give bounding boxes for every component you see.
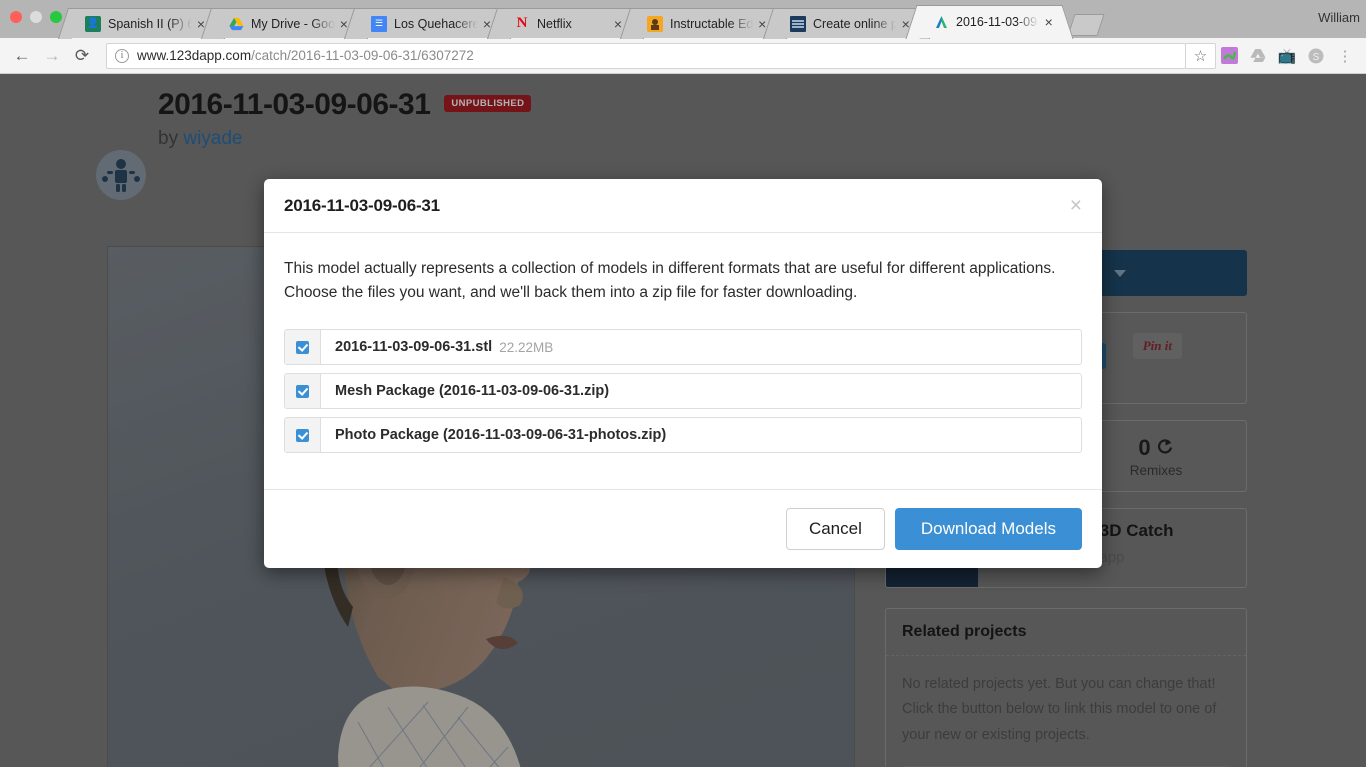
address-bar[interactable]: i www.123dapp.com/catch/2016-11-03-09-06… [106, 42, 1186, 69]
file-checkbox-cell[interactable] [285, 330, 321, 365]
file-size-text: 22.22MB [499, 339, 554, 355]
close-window-button[interactable] [10, 11, 22, 23]
modal-header: 2016-11-03-09-06-31 × [264, 179, 1102, 233]
list-item[interactable]: Photo Package (2016-11-03-09-06-31-photo… [284, 417, 1082, 454]
browser-tab-4[interactable]: Instructable Editor × [619, 8, 788, 39]
snake-extension-icon[interactable] [1216, 43, 1242, 69]
netflix-icon: N [516, 15, 528, 31]
new-tab-button[interactable] [1067, 14, 1105, 36]
download-modal: 2016-11-03-09-06-31 × This model actuall… [264, 179, 1102, 569]
browser-window: 👤 Spanish II (P) 6th Pe × My Drive - Goo… [0, 0, 1366, 768]
browser-toolbar: ← → ⟳ i www.123dapp.com/catch/2016-11-03… [0, 38, 1366, 74]
tab-title: My Drive - Google D [251, 16, 335, 31]
forward-icon[interactable]: → [38, 42, 66, 70]
file-checkbox-cell[interactable] [285, 374, 321, 409]
url-domain: www.123dapp.com [137, 48, 252, 63]
browser-tab-5[interactable]: Create online photo × [762, 8, 931, 39]
file-checkbox-cell[interactable] [285, 418, 321, 453]
tab-title: Create online photo [813, 16, 897, 31]
file-label: Photo Package (2016-11-03-09-06-31-photo… [321, 418, 673, 452]
checkbox-checked-icon[interactable] [296, 340, 309, 354]
list-item[interactable]: Mesh Package (2016-11-03-09-06-31.zip) [284, 373, 1082, 410]
contacts-icon: 👤 [85, 15, 101, 32]
bookmark-star-icon[interactable]: ☆ [1186, 42, 1216, 69]
extension-icons: 📺 S ⋮ [1216, 43, 1358, 69]
minimize-window-button[interactable] [30, 11, 42, 23]
user-profile-label[interactable]: William [1318, 10, 1360, 25]
modal-body: This model actually represents a collect… [264, 233, 1102, 467]
list-item[interactable]: 2016-11-03-09-06-31.stl 22.22MB [284, 329, 1082, 366]
cancel-button[interactable]: Cancel [785, 508, 885, 551]
tabs-container: 👤 Spanish II (P) 6th Pe × My Drive - Goo… [57, 0, 1105, 39]
skype-icon[interactable]: S [1303, 43, 1329, 69]
file-label: 2016-11-03-09-06-31.stl 22.22MB [321, 330, 553, 364]
tab-close-icon[interactable]: × [1043, 15, 1054, 29]
window-controls [10, 11, 62, 23]
maximize-window-button[interactable] [50, 11, 62, 23]
back-icon[interactable]: ← [8, 42, 36, 70]
file-label: Mesh Package (2016-11-03-09-06-31.zip) [321, 374, 616, 408]
file-list: 2016-11-03-09-06-31.stl 22.22MB Mesh Pac… [284, 329, 1082, 454]
close-icon[interactable]: × [1070, 195, 1082, 216]
browser-tab-3[interactable]: N Netflix × [486, 8, 645, 39]
menu-icon[interactable]: ⋮ [1332, 43, 1358, 69]
file-name-text: Photo Package (2016-11-03-09-06-31-photo… [335, 427, 667, 444]
modal-title: 2016-11-03-09-06-31 [284, 195, 440, 215]
tab-title: Instructable Editor [670, 16, 753, 31]
modal-description: This model actually represents a collect… [284, 260, 1056, 302]
tab-title: Netflix [537, 16, 572, 31]
tab-title: Spanish II (P) 6th Pe [108, 16, 192, 31]
site-info-icon[interactable]: i [115, 48, 129, 63]
autodesk-icon [933, 14, 949, 30]
checkbox-checked-icon[interactable] [296, 384, 309, 398]
tab-title: Los Quehaceres Doc [394, 16, 478, 31]
google-drive-icon [228, 16, 244, 32]
drive-icon[interactable] [1245, 43, 1271, 69]
tab-title: 2016-11-03-09-06-3 [956, 15, 1039, 29]
reload-icon[interactable]: ⟳ [68, 42, 96, 70]
file-name-text: 2016-11-03-09-06-31.stl [335, 339, 493, 356]
browser-tab-0[interactable]: 👤 Spanish II (P) 6th Pe × [57, 8, 226, 39]
photo-editor-icon [790, 15, 806, 32]
instructables-icon [647, 15, 663, 32]
checkbox-checked-icon[interactable] [296, 428, 309, 442]
tab-strip: 👤 Spanish II (P) 6th Pe × My Drive - Goo… [0, 0, 1366, 39]
google-docs-icon: ☰ [371, 15, 387, 32]
browser-tab-1[interactable]: My Drive - Google D × [200, 8, 369, 39]
modal-footer: Cancel Download Models [264, 489, 1102, 568]
file-name-text: Mesh Package (2016-11-03-09-06-31.zip) [335, 383, 610, 400]
page-content: 2016-11-03-09-06-31 UNPUBLISHED by wiyad… [0, 74, 1366, 767]
svg-text:S: S [1313, 52, 1320, 63]
download-models-button[interactable]: Download Models [894, 508, 1082, 551]
browser-tab-2[interactable]: ☰ Los Quehaceres Doc × [343, 8, 512, 39]
url-path: /catch/2016-11-03-09-06-31/6307272 [251, 48, 474, 63]
cast-icon[interactable]: 📺 [1274, 43, 1300, 69]
browser-tab-6[interactable]: 2016-11-03-09-06-3 × [905, 5, 1074, 39]
